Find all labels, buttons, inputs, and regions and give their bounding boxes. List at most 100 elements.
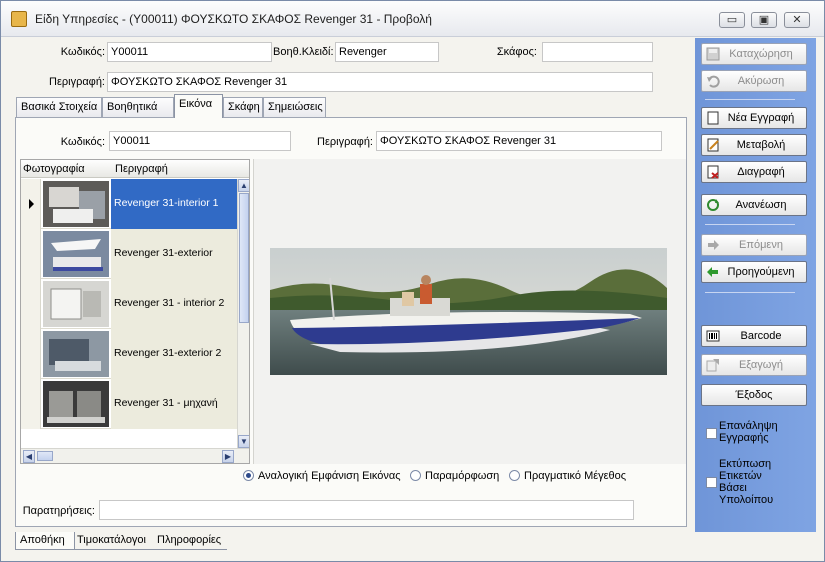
distortion-label: Παραμόρφωση <box>425 470 500 482</box>
row-selector[interactable] <box>21 329 41 379</box>
maximize-button[interactable]: ▣ <box>751 12 777 28</box>
table-row[interactable]: Revenger 31 - interior 2 <box>21 279 237 329</box>
new-record-button[interactable]: Νέα Εγγραφή <box>701 107 807 129</box>
boat-image <box>270 248 667 375</box>
print-labels-label: Εκτύπωση Ετικετών Βάσει Υπολοίπου <box>719 458 774 506</box>
exit-button[interactable]: Έξοδος <box>701 384 807 406</box>
aux-key-label: Βοηθ.Κλειδί: <box>273 46 334 58</box>
row-selector[interactable] <box>21 379 41 429</box>
description-field[interactable]: ΦΟΥΣΚΩΤΟ ΣΚΑΦΟΣ Revenger 31 <box>107 72 653 92</box>
grid-horizontal-scrollbar[interactable]: ◀ ▶ <box>21 448 249 463</box>
arrow-right-icon <box>708 240 719 250</box>
grid-vertical-scrollbar[interactable]: ▲ ▼ <box>237 179 249 449</box>
cancel-label: Ακύρωση <box>737 75 785 87</box>
table-row[interactable]: Revenger 31-interior 1 <box>21 179 237 229</box>
repeat-record-label: Επανάληψη Εγγραφής <box>719 420 778 444</box>
scroll-left-button[interactable]: ◀ <box>23 450 35 463</box>
table-row[interactable]: Revenger 31-exterior 2 <box>21 329 237 379</box>
divider <box>705 224 795 225</box>
row-selector[interactable] <box>21 229 41 279</box>
proportional-display-label: Αναλογική Εμφάνιση Εικόνας <box>258 470 401 482</box>
minimize-button[interactable]: ▭ <box>719 12 745 28</box>
tab-price-lists[interactable]: Τιμοκατάλογοι <box>73 532 155 550</box>
tab-notes[interactable]: Σημειώσεις <box>263 97 326 117</box>
scroll-up-button[interactable]: ▲ <box>238 179 249 192</box>
photo-description: Revenger 31 - interior 2 <box>111 279 237 329</box>
export-icon <box>706 359 719 372</box>
photo-column-header[interactable]: Φωτογραφία <box>23 163 85 175</box>
save-icon <box>706 47 720 61</box>
export-button[interactable]: Εξαγωγή <box>701 354 807 376</box>
tab-auxiliary[interactable]: Βοηθητικά <box>102 97 174 117</box>
barcode-label: Barcode <box>740 330 782 342</box>
edit-pencil-icon <box>707 138 719 152</box>
table-row[interactable]: Revenger 31 - μηχανή <box>21 379 237 429</box>
save-button[interactable]: Καταχώρηση <box>701 43 807 65</box>
image-preview-area <box>253 159 686 464</box>
actual-size-radio[interactable]: Πραγματικό Μέγεθος <box>509 470 626 482</box>
photo-thumbnail <box>43 381 109 427</box>
checkbox-icon <box>706 477 717 488</box>
image-code-label: Κωδικός: <box>60 136 105 148</box>
cancel-button[interactable]: Ακύρωση <box>701 70 807 92</box>
previous-label: Προηγούμενη <box>727 266 795 278</box>
vessel-field[interactable] <box>542 42 653 62</box>
delete-document-icon <box>707 165 719 179</box>
tab-image[interactable]: Εικόνα <box>174 94 223 118</box>
barcode-button[interactable]: Barcode <box>701 325 807 347</box>
photo-description: Revenger 31 - μηχανή <box>111 379 237 429</box>
table-row[interactable]: Revenger 31-exterior <box>21 229 237 279</box>
main-window: Είδη Υπηρεσίες - (Y00011) ΦΟΥΣΚΩΤΟ ΣΚΑΦΟ… <box>0 0 825 562</box>
tab-basic[interactable]: Βασικά Στοιχεία <box>16 97 102 117</box>
tab-warehouse[interactable]: Αποθήκη <box>15 532 75 550</box>
radio-icon <box>410 470 421 481</box>
new-record-label: Νέα Εγγραφή <box>727 112 795 124</box>
checkbox-icon <box>706 428 717 439</box>
photo-description: Revenger 31-exterior 2 <box>111 329 237 379</box>
notes-label: Παρατηρήσεις: <box>22 505 95 517</box>
delete-label: Διαγραφή <box>737 166 785 178</box>
save-label: Καταχώρηση <box>729 48 793 60</box>
notes-field[interactable] <box>99 500 634 520</box>
distortion-radio[interactable]: Παραμόρφωση <box>410 470 499 482</box>
description-label: Περιγραφή: <box>49 76 105 88</box>
row-selector[interactable] <box>21 279 41 329</box>
photo-grid[interactable]: Φωτογραφία Περιγραφή Revenger 31-interio… <box>20 159 250 464</box>
scroll-right-button[interactable]: ▶ <box>222 450 234 463</box>
current-row-arrow-icon <box>29 199 34 209</box>
edit-button[interactable]: Μεταβολή <box>701 134 807 156</box>
barcode-icon <box>706 330 720 342</box>
image-code-field[interactable]: Y00011 <box>109 131 291 151</box>
description-column-header[interactable]: Περιγραφή <box>115 163 168 175</box>
delete-button[interactable]: Διαγραφή <box>701 161 807 183</box>
refresh-button[interactable]: Ανανέωση <box>701 194 807 216</box>
divider <box>705 99 795 100</box>
photo-thumbnail <box>43 331 109 377</box>
scroll-down-button[interactable]: ▼ <box>238 435 249 448</box>
row-selector[interactable] <box>21 179 41 229</box>
proportional-display-radio[interactable]: Αναλογική Εμφάνιση Εικόνας <box>243 470 401 482</box>
photo-thumbnail <box>43 281 109 327</box>
undo-icon <box>707 75 720 88</box>
horizontal-scroll-thumb[interactable] <box>37 451 53 461</box>
next-button[interactable]: Επόμενη <box>701 234 807 256</box>
code-field[interactable]: Y00011 <box>107 42 272 62</box>
export-label: Εξαγωγή <box>738 359 784 371</box>
image-description-field[interactable]: ΦΟΥΣΚΩΤΟ ΣΚΑΦΟΣ Revenger 31 <box>376 131 662 151</box>
new-document-icon <box>707 111 719 125</box>
close-button[interactable]: ✕ <box>784 12 810 28</box>
title-bar: Είδη Υπηρεσίες - (Y00011) ΦΟΥΣΚΩΤΟ ΣΚΑΦΟ… <box>1 1 824 37</box>
tab-vessels[interactable]: Σκάφη <box>223 97 263 117</box>
refresh-icon <box>707 199 719 211</box>
previous-button[interactable]: Προηγούμενη <box>701 261 807 283</box>
photo-thumbnail <box>43 231 109 277</box>
tab-information[interactable]: Πληροφορίες <box>153 532 227 550</box>
radio-selected-icon <box>243 470 254 481</box>
aux-key-field[interactable]: Revenger <box>335 42 439 62</box>
grid-scroll-thumb[interactable] <box>239 193 249 323</box>
radio-icon <box>509 470 520 481</box>
app-icon <box>11 11 27 27</box>
image-description-label: Περιγραφή: <box>317 136 373 148</box>
photo-description: Revenger 31-interior 1 <box>111 179 237 229</box>
grid-header: Φωτογραφία Περιγραφή <box>21 160 249 178</box>
